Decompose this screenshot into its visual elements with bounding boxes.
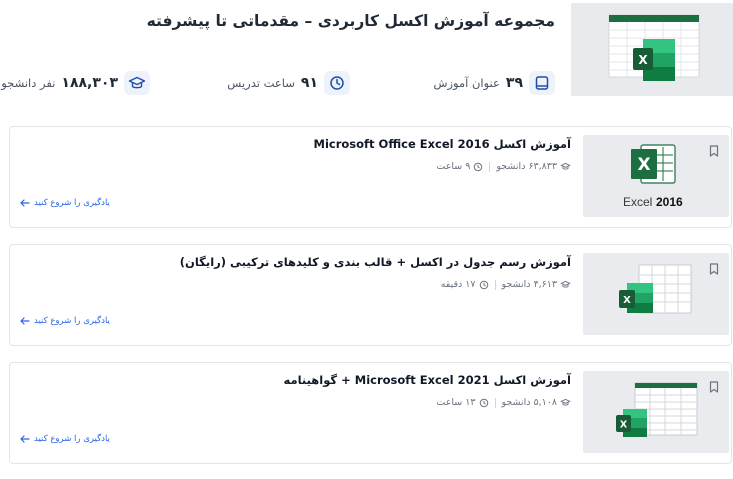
course-students: ۵,۱۰۸ دانشجو: [501, 397, 558, 408]
excel-logo-icon: X: [616, 409, 647, 437]
svg-text:X: X: [623, 295, 631, 306]
start-learning-link[interactable]: یادگیری را شروع کنید: [20, 316, 110, 326]
stat-students: ۱۸۸,۳۰۳ نفر دانشجو: [1, 71, 150, 95]
meta-divider: [494, 397, 496, 408]
page-title: مجموعه آموزش اکسل کاربردی – مقدماتی تا پ…: [146, 12, 555, 30]
excel-logo-icon: X: [619, 283, 653, 313]
meta-divider: [494, 279, 496, 290]
course-thumbnail: X: [583, 371, 729, 453]
course-title[interactable]: آموزش اکسل Microsoft Excel 2021 + گواهین…: [283, 373, 571, 387]
book-icon: [529, 71, 555, 95]
svg-text:X: X: [620, 420, 628, 431]
bookmark-icon[interactable]: [709, 378, 719, 397]
course-duration: ۱۷ دقیقه: [440, 279, 476, 290]
course-card[interactable]: X Excel 2016 آموزش اکسل Microsoft Office…: [9, 126, 732, 228]
thumb-caption: Excel: [623, 195, 652, 209]
students-count: ۱۸۸,۳۰۳: [61, 75, 118, 91]
clock-icon: [479, 280, 488, 289]
course-thumbnail: X Excel 2016: [583, 135, 729, 217]
course-students: ۴,۶۱۳ دانشجو: [501, 279, 558, 290]
hours-count: ۹۱: [300, 75, 318, 91]
excel-logo-icon: X: [608, 14, 700, 81]
svg-text:X: X: [638, 53, 648, 67]
thumb-year: 2016: [656, 195, 683, 209]
clock-icon: [474, 162, 483, 171]
stat-courses: ۳۹ عنوان آموزش: [433, 71, 555, 95]
course-meta: ۴,۶۱۳ دانشجو ۱۷ دقیقه: [441, 279, 571, 290]
graduation-cap-icon: [560, 162, 571, 170]
course-title[interactable]: آموزش اکسل Microsoft Office Excel 2016: [314, 137, 571, 151]
stat-hours: ۹۱ ساعت تدریس: [227, 71, 350, 95]
arrow-left-icon: [20, 317, 30, 325]
collection-thumbnail: X: [571, 3, 733, 96]
course-duration: ۹ ساعت: [436, 161, 471, 172]
graduation-cap-icon: [560, 398, 571, 406]
start-learning-label: یادگیری را شروع کنید: [34, 434, 110, 444]
graduation-cap-icon: [560, 280, 571, 288]
clock-icon: [324, 71, 350, 95]
students-label: نفر دانشجو: [1, 76, 56, 90]
meta-divider: [489, 161, 491, 172]
start-learning-link[interactable]: یادگیری را شروع کنید: [20, 434, 110, 444]
excel-logo-icon: X: [631, 144, 676, 184]
bookmark-icon[interactable]: [709, 142, 719, 161]
arrow-left-icon: [20, 435, 30, 443]
hours-label: ساعت تدریس: [227, 76, 295, 90]
course-title[interactable]: آموزش رسم جدول در اکسل + قالب بندی و کلی…: [180, 255, 571, 269]
arrow-left-icon: [20, 199, 30, 207]
course-card[interactable]: X آموزش رسم جدول در اکسل + قالب بندی و ک…: [9, 244, 732, 346]
courses-label: عنوان آموزش: [433, 76, 500, 90]
clock-icon: [479, 398, 488, 407]
course-duration: ۱۳ ساعت: [436, 397, 476, 408]
start-learning-label: یادگیری را شروع کنید: [34, 316, 110, 326]
course-meta: ۶۳,۸۳۳ دانشجو ۹ ساعت: [436, 161, 571, 172]
svg-text:X: X: [637, 155, 650, 175]
graduation-cap-icon: [124, 71, 150, 95]
courses-count: ۳۹: [505, 75, 523, 91]
course-card[interactable]: X آموزش اکسل Microsoft Excel 2021 + گواه…: [9, 362, 732, 464]
course-thumbnail: X: [583, 253, 729, 335]
start-learning-label: یادگیری را شروع کنید: [34, 198, 110, 208]
start-learning-link[interactable]: یادگیری را شروع کنید: [20, 198, 110, 208]
course-students: ۶۳,۸۳۳ دانشجو: [496, 161, 557, 172]
course-meta: ۵,۱۰۸ دانشجو ۱۳ ساعت: [436, 397, 571, 408]
bookmark-icon[interactable]: [709, 260, 719, 279]
